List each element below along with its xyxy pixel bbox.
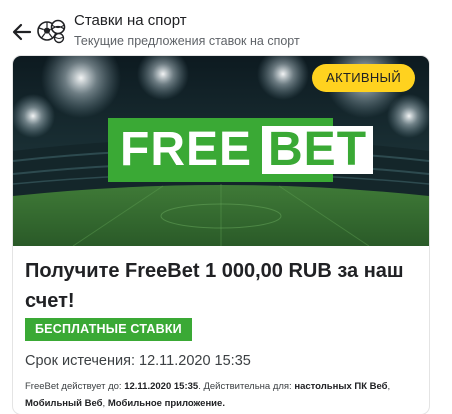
logo-bet-text: BET (268, 123, 368, 176)
offer-card[interactable]: АКТИВНЫЙ FREE BET Получите FreeBet 1 000… (13, 56, 429, 414)
terms-end: . (222, 398, 225, 409)
terms-platform-mobile-app: Мобильное приложение (107, 398, 223, 409)
logo-bet-box: BET (262, 123, 374, 176)
terms-platforms-label: . Действительна для: (198, 381, 295, 392)
status-badge: АКТИВНЫЙ (312, 64, 415, 92)
offer-terms: FreeBet действует до: 12.11.2020 15:35. … (25, 378, 420, 412)
back-button[interactable] (10, 20, 34, 44)
logo-free-text: FREE (120, 123, 253, 176)
terms-valid-label: FreeBet действует до: (25, 381, 125, 392)
offer-banner: АКТИВНЫЙ FREE BET (13, 56, 429, 246)
terms-separator: , (387, 381, 391, 392)
arrow-left-icon (12, 23, 32, 41)
terms-platform-desktop: настольных ПК Веб (294, 381, 388, 392)
page-title: Ставки на спорт (74, 12, 187, 29)
terms-valid-value: 12.11.2020 15:35 (124, 381, 199, 392)
offer-title: Получите FreeBet 1 000,00 RUB за наш сче… (25, 260, 404, 312)
page-header: Ставки на спорт Текущие предложения став… (0, 0, 452, 54)
terms-platform-mobile-web: Мобильный Веб (25, 398, 103, 409)
sports-balls-icon (37, 19, 66, 44)
category-badge: БЕСПЛАТНЫЕ СТАВКИ (25, 318, 192, 341)
freebet-logo: FREE BET (108, 118, 374, 182)
page-subtitle: Текущие предложения ставок на спорт (74, 34, 300, 48)
expiry-date: Срок истечения: 12.11.2020 15:35 (25, 353, 251, 369)
